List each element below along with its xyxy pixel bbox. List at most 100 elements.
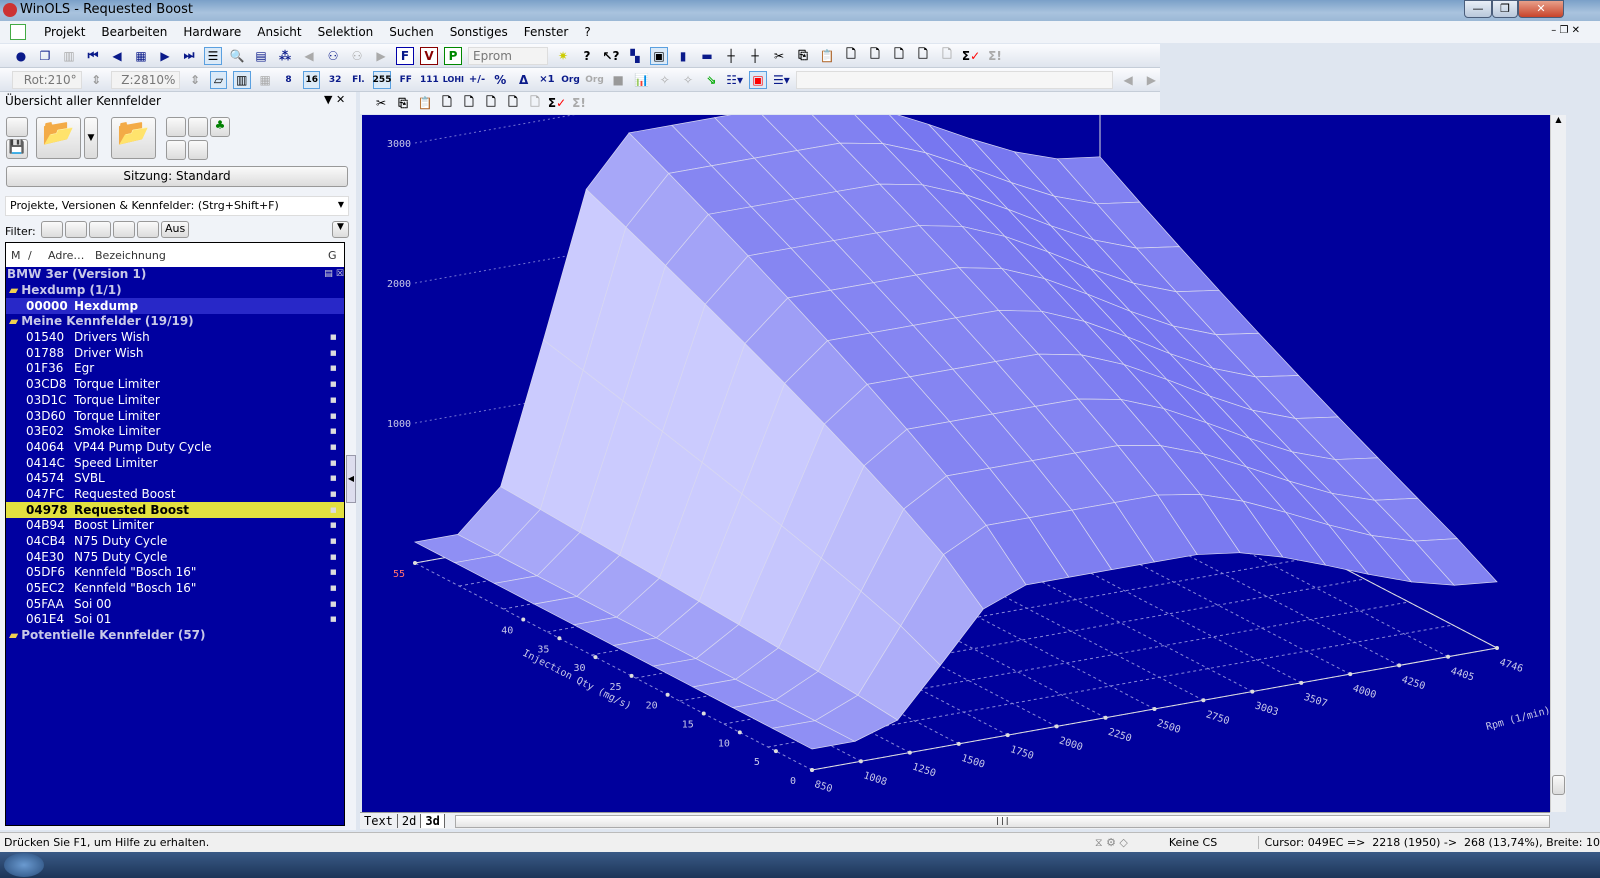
- marker-end-icon[interactable]: ┼: [746, 47, 764, 65]
- project-actions-icon[interactable]: ▤ ☒: [324, 267, 344, 282]
- bits-32[interactable]: 32: [326, 71, 343, 89]
- map-list-item[interactable]: 03D60 Torque Limiter ■: [6, 408, 344, 424]
- tab-text[interactable]: Text: [360, 814, 398, 828]
- maximize-button[interactable]: ❐: [1492, 0, 1518, 18]
- wizard-button[interactable]: [188, 117, 208, 137]
- tab-3d[interactable]: 3d: [421, 814, 445, 828]
- rotation-field[interactable]: Rot:210°: [12, 70, 82, 89]
- filter-size-button[interactable]: [89, 221, 111, 238]
- map-list-item[interactable]: 01F36 Egr ■: [6, 361, 344, 377]
- bits-float[interactable]: Fl.: [350, 71, 367, 89]
- filter-address-button[interactable]: [41, 221, 63, 238]
- copy-icon[interactable]: ⎘: [394, 94, 412, 112]
- eprom-field[interactable]: Eprom: [468, 46, 548, 65]
- filter-type-button[interactable]: [65, 221, 87, 238]
- tree-view-icon[interactable]: ☰: [204, 46, 222, 65]
- hat-icon[interactable]: ●: [12, 47, 30, 65]
- tab-2d[interactable]: 2d: [398, 814, 422, 828]
- bits-16[interactable]: 16: [303, 70, 321, 89]
- panel-collapse-handle[interactable]: ◀: [346, 455, 356, 503]
- col-sort[interactable]: /: [28, 249, 48, 262]
- layout-3-icon[interactable]: ▮: [674, 47, 692, 65]
- group-row[interactable]: ▰ Potentielle Kennfelder (57): [6, 628, 344, 644]
- map-list-item[interactable]: 05DF6 Kennfeld "Bosch 16" ■: [6, 565, 344, 581]
- map-list-item[interactable]: 04064 VP44 Pump Duty Cycle ■: [6, 440, 344, 456]
- format-decimal[interactable]: 255: [373, 70, 391, 89]
- cut-icon[interactable]: ✂: [770, 47, 788, 65]
- back-icon[interactable]: ◀: [300, 47, 318, 65]
- map-list-item[interactable]: 04574 SVBL ■: [6, 471, 344, 487]
- map-list-item[interactable]: 05FAA Soi 00 ■: [6, 596, 344, 612]
- format-lohi[interactable]: LOHI: [443, 71, 464, 89]
- checksum-disabled-icon[interactable]: Σ!: [986, 47, 1004, 65]
- view-bars-icon[interactable]: ▥: [233, 70, 251, 89]
- doc-disabled-icon[interactable]: 🗋: [938, 47, 956, 65]
- zoom-field[interactable]: Z:2810%: [110, 70, 181, 89]
- map-list-item[interactable]: 04E30 N75 Duty Cycle ■: [6, 549, 344, 565]
- layout-1-icon[interactable]: ▚: [626, 47, 644, 65]
- marker-start-icon[interactable]: ┼: [722, 47, 740, 65]
- filter-flag-button[interactable]: [113, 221, 135, 238]
- search-map-icon[interactable]: 🔍: [228, 47, 246, 65]
- doc-plus-icon[interactable]: 🗋: [914, 47, 932, 65]
- filter-kk-button[interactable]: [137, 221, 159, 238]
- mdi-controls[interactable]: – ❐ ✕: [1543, 25, 1588, 36]
- format-hex[interactable]: FF: [397, 71, 414, 89]
- windows-icon[interactable]: ❐: [36, 47, 54, 65]
- footprints-icon[interactable]: ⁂: [276, 47, 294, 65]
- close-button[interactable]: ✕: [1518, 0, 1564, 18]
- doc-eq-icon[interactable]: 🗋: [890, 47, 908, 65]
- f-icon[interactable]: F: [396, 46, 414, 65]
- map-list-item[interactable]: 01540 Drivers Wish ■: [6, 330, 344, 346]
- cut-icon[interactable]: ✂: [372, 94, 390, 112]
- horizontal-scrollbar[interactable]: |||: [454, 814, 1550, 828]
- format-delta[interactable]: Δ: [515, 71, 532, 89]
- frame-icon[interactable]: ▣: [749, 70, 767, 89]
- last-icon[interactable]: ⏭: [180, 47, 198, 65]
- prev-icon[interactable]: ◀: [108, 47, 126, 65]
- col-address[interactable]: Adre…: [48, 249, 95, 262]
- help-icon[interactable]: ?: [578, 47, 596, 65]
- layout-2-icon[interactable]: ▣: [650, 46, 668, 65]
- value-fields[interactable]: [796, 70, 1114, 89]
- scroll-thumb[interactable]: [1552, 775, 1565, 795]
- stop-icon[interactable]: ■: [610, 71, 627, 89]
- v-icon[interactable]: V: [420, 46, 438, 65]
- wand-icon[interactable]: ✷: [554, 47, 572, 65]
- format-percent[interactable]: %: [492, 71, 509, 89]
- p-icon[interactable]: P: [444, 46, 462, 65]
- col-g[interactable]: G: [328, 249, 344, 262]
- chart-wand-icon[interactable]: 📊: [633, 71, 650, 89]
- menu-bearbeiten[interactable]: Bearbeiten: [93, 25, 175, 39]
- map-list-item[interactable]: 047FC Requested Boost ■: [6, 487, 344, 503]
- doc-plus-icon[interactable]: 🗋: [504, 94, 522, 112]
- forward-icon[interactable]: ▶: [372, 47, 390, 65]
- group-row[interactable]: ▰ Meine Kennfelder (19/19): [6, 314, 344, 330]
- menu-ansicht[interactable]: Ansicht: [249, 25, 309, 39]
- menu-selektion[interactable]: Selektion: [310, 25, 382, 39]
- email-button[interactable]: [188, 140, 208, 160]
- format-original-disabled[interactable]: Org: [585, 71, 604, 89]
- map-list-item[interactable]: 04B94 Boost Limiter ■: [6, 518, 344, 534]
- save-button[interactable]: 💾: [6, 139, 28, 159]
- doc-eq-icon[interactable]: 🗋: [482, 94, 500, 112]
- doc-add-icon[interactable]: 🗋: [438, 94, 456, 112]
- open-project-button[interactable]: 📂: [36, 117, 81, 159]
- filter-expand-button[interactable]: ▼: [332, 221, 349, 238]
- binoculars-icon[interactable]: ⚇: [324, 47, 342, 65]
- scroll-up-icon[interactable]: ▲: [1551, 115, 1566, 124]
- map-list-item[interactable]: 061E4 Soi 01 ■: [6, 612, 344, 628]
- menu-hardware[interactable]: Hardware: [175, 25, 249, 39]
- menu-fenster[interactable]: Fenster: [516, 25, 577, 39]
- view-3d-icon[interactable]: ▱: [209, 70, 228, 89]
- paste-icon[interactable]: 📋: [416, 94, 434, 112]
- binoculars-disabled-icon[interactable]: ⚇: [348, 47, 366, 65]
- col-m[interactable]: M: [6, 249, 28, 262]
- import-map-button[interactable]: [166, 117, 186, 137]
- map-list-item[interactable]: 04978 Requested Boost ■: [6, 502, 344, 518]
- session-button[interactable]: Sitzung: Standard: [6, 166, 348, 187]
- menu-suchen[interactable]: Suchen: [381, 25, 441, 39]
- menu-sonstiges[interactable]: Sonstiges: [442, 25, 516, 39]
- map-list-item[interactable]: 05EC2 Kennfeld "Bosch 16" ■: [6, 581, 344, 597]
- hex-grid-icon[interactable]: ▦: [257, 71, 274, 89]
